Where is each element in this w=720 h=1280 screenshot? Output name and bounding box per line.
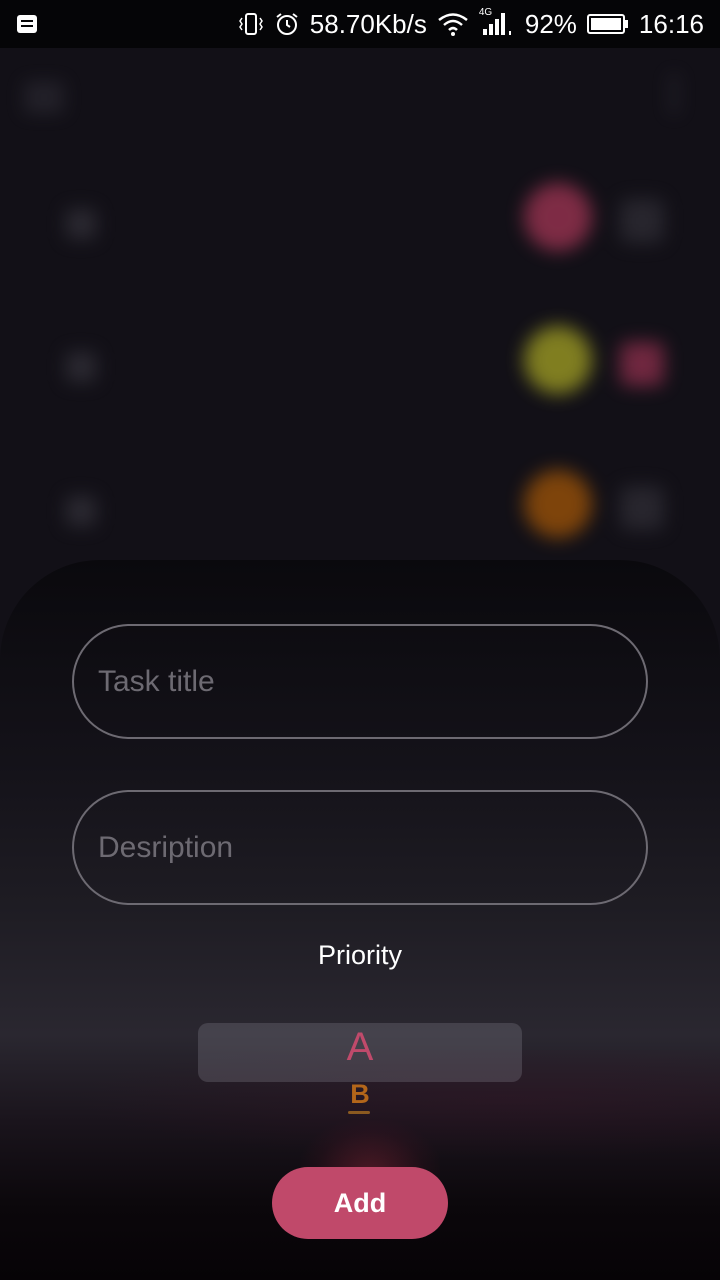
wifi-icon <box>437 12 469 36</box>
signal-icon: 4G <box>479 7 515 37</box>
network-type: 4G <box>478 7 493 18</box>
priority-dot <box>524 326 592 394</box>
background-toolbar <box>0 48 720 138</box>
priority-label: Priority <box>317 940 402 970</box>
task-title-field[interactable] <box>72 624 648 739</box>
task-title-input[interactable] <box>98 664 646 699</box>
priority-dot <box>524 183 592 251</box>
more-icon <box>670 76 680 116</box>
priority-option-next[interactable] <box>348 1111 370 1114</box>
vibrate-icon <box>238 12 264 36</box>
priority-dot <box>524 470 592 538</box>
checkbox-icon <box>66 352 96 382</box>
clock: 16:16 <box>638 8 704 39</box>
battery-percent: 92% <box>524 8 577 39</box>
checkbox-icon <box>620 199 664 243</box>
priority-option-a[interactable]: A <box>198 1025 522 1070</box>
background-list-item <box>0 183 720 303</box>
checkbox-icon <box>66 496 96 526</box>
checkbox-icon <box>66 209 96 239</box>
alarm-icon <box>274 11 300 37</box>
background-list-item <box>0 326 720 446</box>
battery-icon <box>586 14 629 34</box>
description-field[interactable] <box>72 790 648 905</box>
checkbox-icon <box>620 342 664 386</box>
priority-option-b[interactable]: B <box>198 1079 522 1110</box>
network-speed: 58.70Kb/s <box>309 8 427 39</box>
status-bar: 58.70Kb/s 4G 92% 16:16 <box>0 0 720 48</box>
priority-picker[interactable]: A B <box>198 1023 522 1123</box>
menu-icon <box>24 84 64 111</box>
notification-icon <box>16 14 38 34</box>
add-button[interactable]: Add <box>272 1167 448 1239</box>
checkbox-icon <box>620 486 664 530</box>
description-input[interactable] <box>98 830 646 865</box>
